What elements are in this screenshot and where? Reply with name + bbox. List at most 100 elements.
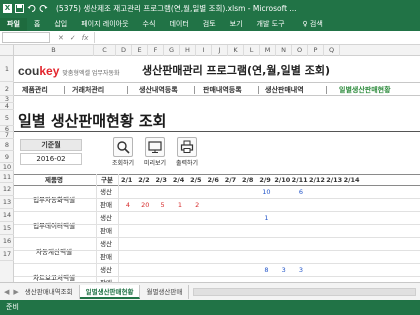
printer-icon <box>177 137 197 157</box>
column-header[interactable]: O <box>292 45 308 56</box>
column-header[interactable]: P <box>308 45 324 56</box>
tab-page-layout[interactable]: 페이지 레이아웃 <box>74 18 135 31</box>
sheet-tab[interactable]: 생산판매내역조회 <box>19 284 80 299</box>
row-header[interactable]: 7 <box>0 131 14 139</box>
header-date: 2/4 <box>172 176 185 184</box>
tab-data[interactable]: 데이터 <box>162 18 195 31</box>
monitor-icon <box>145 137 165 157</box>
header-kind: 구분 <box>101 176 113 184</box>
prev-sheet-icon[interactable]: ◀ <box>4 288 9 296</box>
row-header[interactable]: 17 <box>0 248 14 261</box>
formula-bar: ✕ ✓ fx <box>0 31 420 45</box>
header-date: 2/13 <box>326 176 343 184</box>
header-date: 2/6 <box>207 176 219 184</box>
coukey-logo: coukey <box>18 64 60 78</box>
tab-file[interactable]: 파일 <box>0 18 27 31</box>
formula-controls: ✕ ✓ fx <box>58 34 88 42</box>
header-date: 2/8 <box>242 176 254 184</box>
column-header[interactable]: N <box>276 45 292 56</box>
table-cell[interactable] <box>343 225 363 237</box>
table-cell[interactable] <box>343 212 363 224</box>
header-date: 2/7 <box>224 176 237 184</box>
preview-button[interactable]: 미리보기 <box>144 137 166 168</box>
row-kind: 생산 <box>100 266 112 274</box>
insert-function-icon[interactable]: fx <box>82 34 89 42</box>
table-cell[interactable] <box>343 264 363 276</box>
menu-sales-entry[interactable]: 판매내역등록 <box>203 85 242 95</box>
column-divider <box>118 174 119 282</box>
row-header[interactable]: 13 <box>0 196 14 209</box>
row-header[interactable]: 14 <box>0 209 14 222</box>
name-box[interactable] <box>2 32 50 43</box>
row-header[interactable]: 15 <box>0 222 14 235</box>
row-header[interactable]: 4 <box>0 102 14 110</box>
brand-logo: coukey 맞춤형엑셀 업무자동화 <box>18 64 119 78</box>
row-header[interactable]: 12 <box>0 183 14 196</box>
table-cell[interactable] <box>343 251 363 263</box>
cancel-icon[interactable]: ✕ <box>58 34 64 42</box>
worksheet: coukey 맞춤형엑셀 업무자동화 생산판매관리 프로그램(연,월,일별 조회… <box>14 56 420 282</box>
column-header[interactable]: B <box>14 45 94 56</box>
column-header[interactable]: G <box>164 45 180 56</box>
row-header[interactable]: 11 <box>0 171 14 183</box>
table-row: 생산 <box>14 238 420 251</box>
program-menu: 제품관리 거래처관리 생산내역등록 판매내역등록 생산판매내역 일별생산판매현황 <box>14 82 420 96</box>
tab-review[interactable]: 검토 <box>196 18 223 31</box>
table-cell[interactable] <box>343 199 363 211</box>
menu-client[interactable]: 거래처관리 <box>72 85 104 95</box>
menu-production-sales[interactable]: 생산판매내역 <box>265 85 304 95</box>
row-header[interactable]: 8 <box>0 139 14 151</box>
column-header[interactable]: Q <box>324 45 340 56</box>
table-cell[interactable] <box>343 238 363 250</box>
tab-developer[interactable]: 개발 도구 <box>250 18 292 31</box>
select-all-corner[interactable] <box>0 45 14 56</box>
row-header[interactable]: 2 <box>0 82 14 96</box>
header-product: 제품명 <box>45 176 63 184</box>
title-bar: X (5375) 생산제조 재고관리 프로그램(연,월,일별 조회).xlsm … <box>0 0 420 16</box>
header-date: 2/3 <box>155 176 167 184</box>
app-title: 생산판매관리 프로그램(연,월,일별 조회) <box>142 64 330 77</box>
save-icon[interactable] <box>15 3 24 13</box>
sheet-tab-active[interactable]: 일별생산판매현황 <box>79 284 141 299</box>
horizontal-scrollbar[interactable] <box>193 287 416 296</box>
base-month-input[interactable]: 2016-02 <box>20 153 82 165</box>
column-header[interactable]: E <box>132 45 148 56</box>
column-header[interactable]: H <box>180 45 196 56</box>
menu-product[interactable]: 제품관리 <box>22 85 48 95</box>
status-bar: 준비 <box>0 300 420 315</box>
tab-home[interactable]: 홈 <box>27 18 47 31</box>
print-button[interactable]: 출력하기 <box>176 137 198 168</box>
column-header[interactable]: L <box>244 45 260 56</box>
header-date: 2/2 <box>138 176 150 184</box>
column-header[interactable]: D <box>116 45 132 56</box>
row-header[interactable]: 9 <box>0 151 14 163</box>
tab-formulas[interactable]: 수식 <box>136 18 163 31</box>
tab-insert[interactable]: 삽입 <box>47 18 74 31</box>
brand-tagline: 맞춤형엑셀 업무자동화 <box>62 70 120 77</box>
column-header[interactable]: J <box>212 45 228 56</box>
table-row: 생산 10 6 <box>14 186 420 199</box>
sheet-tab[interactable]: 월별생산판매 <box>140 284 190 299</box>
tab-search[interactable]: ♀ 검색 <box>296 18 330 31</box>
tab-view[interactable]: 보기 <box>223 18 250 31</box>
redo-icon[interactable] <box>39 4 48 13</box>
column-headers: BCDEFGHIJKLMNOPQ <box>0 45 420 56</box>
row-header[interactable]: 10 <box>0 163 14 171</box>
column-header[interactable]: I <box>196 45 212 56</box>
row-header[interactable]: 1 <box>0 56 14 82</box>
undo-icon[interactable] <box>27 4 36 13</box>
column-header[interactable]: K <box>228 45 244 56</box>
row-header[interactable]: 16 <box>0 235 14 248</box>
menu-production-entry[interactable]: 생산내역등록 <box>139 85 178 95</box>
formula-input[interactable] <box>94 32 420 43</box>
search-button[interactable]: 조회하기 <box>112 137 134 168</box>
column-header[interactable]: C <box>94 45 116 56</box>
enter-icon[interactable]: ✓ <box>70 34 76 42</box>
row-kind: 생산 <box>100 214 112 222</box>
table-cell[interactable] <box>343 186 363 198</box>
column-header[interactable]: M <box>260 45 276 56</box>
menu-daily-status[interactable]: 일별생산판매현황 <box>339 85 391 95</box>
row-kind: 판매 <box>100 227 112 235</box>
column-header[interactable]: F <box>148 45 164 56</box>
base-month-label: 기준월 <box>20 139 82 151</box>
